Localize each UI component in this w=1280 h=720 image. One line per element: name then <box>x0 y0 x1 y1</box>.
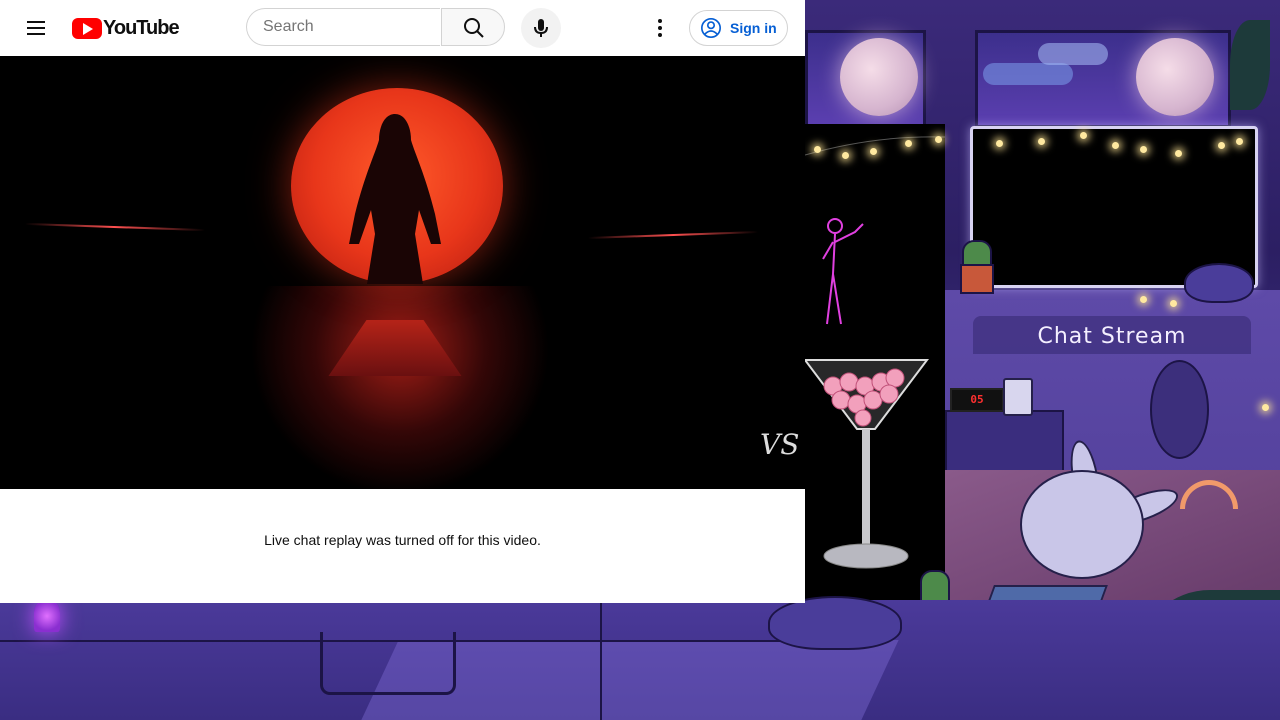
string-lights <box>805 136 945 156</box>
light-bulb <box>1170 300 1177 307</box>
more-options-button[interactable] <box>648 16 672 40</box>
sky-window-left <box>805 30 926 128</box>
youtube-logo-text: YouTube <box>103 16 180 39</box>
vinyl-record-decor <box>1150 360 1209 459</box>
live-chat-area: Live chat replay was turned off for this… <box>0 489 805 603</box>
light-bulb <box>1112 142 1119 149</box>
light-bulb <box>870 148 877 155</box>
light-bulb <box>1080 132 1087 139</box>
moon-left <box>840 38 918 116</box>
more-vert-icon-dot <box>658 26 662 30</box>
light-bulb <box>1140 146 1147 153</box>
search-input[interactable] <box>263 18 433 36</box>
lava-lamp <box>34 600 60 632</box>
light-bulb <box>1262 404 1269 411</box>
mic-icon <box>534 19 548 37</box>
cloud <box>983 63 1073 85</box>
video-player[interactable]: VS <box>0 56 805 489</box>
menu-icon-bar <box>27 33 45 35</box>
sleeping-cat-bottom <box>768 596 902 650</box>
sign-in-label: Sign in <box>730 20 777 36</box>
voice-search-button[interactable] <box>521 8 561 48</box>
light-bulb <box>842 152 849 159</box>
more-vert-icon <box>658 19 662 23</box>
sky-window-right <box>975 30 1231 128</box>
plant-pot <box>960 264 994 294</box>
performer-silhouette <box>349 114 441 284</box>
search-button[interactable] <box>441 8 505 46</box>
nightstand <box>945 410 1064 479</box>
stage-laser <box>25 222 205 232</box>
menu-icon <box>27 21 45 23</box>
light-bulb <box>1140 296 1147 303</box>
alarm-clock: 05 <box>950 388 1004 412</box>
search-icon <box>464 18 484 38</box>
light-bulb <box>1218 142 1225 149</box>
stage-laser <box>588 231 758 239</box>
youtube-logo-icon <box>72 17 102 39</box>
dancer-and-martini-illustration <box>802 218 930 569</box>
menu-icon-bar <box>27 27 45 29</box>
account-circle-icon <box>701 18 721 38</box>
light-bulb <box>935 136 942 143</box>
sleeping-cat-top <box>1184 263 1254 303</box>
moon-right <box>1136 38 1214 116</box>
sign-in-button[interactable]: Sign in <box>689 10 788 46</box>
chat-stream-title: Chat Stream <box>1037 324 1187 349</box>
chat-stream-panel: Chat Stream <box>973 316 1251 354</box>
light-bulb <box>905 140 912 147</box>
floor-line <box>600 603 602 720</box>
cloud <box>1038 43 1108 65</box>
live-chat-disabled-message: Live chat replay was turned off for this… <box>264 532 541 548</box>
bunny-pillow <box>1020 470 1144 579</box>
light-bulb <box>814 146 821 153</box>
light-bulb <box>1236 138 1243 145</box>
decor-column <box>802 124 945 604</box>
light-bulb <box>1038 138 1045 145</box>
stage-reflection <box>250 286 550 489</box>
search-box[interactable] <box>246 8 440 46</box>
watermark-logo: VS <box>760 428 800 461</box>
youtube-window: YouTube Search Sign in VS Live chat repl… <box>0 0 805 603</box>
youtube-header: YouTube Search Sign in <box>0 0 805 56</box>
youtube-logo[interactable]: YouTube <box>72 16 180 40</box>
light-bulb <box>1175 150 1182 157</box>
menu-button[interactable] <box>22 14 50 42</box>
hanging-plant <box>1230 20 1270 110</box>
light-bulb <box>996 140 1003 147</box>
more-vert-icon-dot <box>658 33 662 37</box>
desk-chair <box>320 632 456 695</box>
mug <box>1003 378 1033 416</box>
